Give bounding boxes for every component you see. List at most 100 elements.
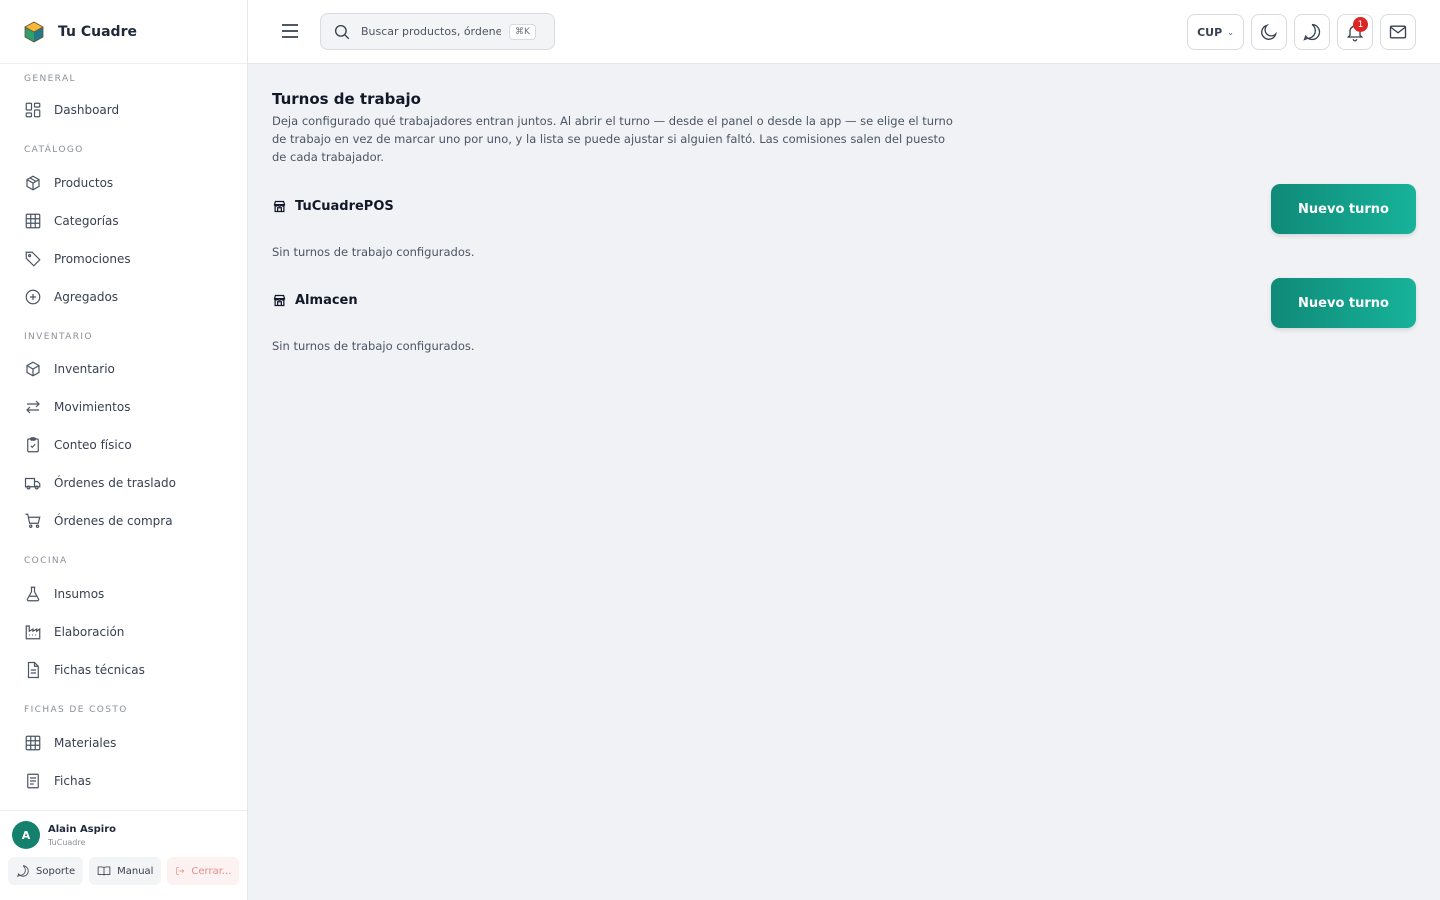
section-title-cocina: COCINA (24, 556, 68, 566)
sidebar-item-inventario[interactable]: Inventario (0, 350, 247, 388)
manual-label: Manual (117, 865, 154, 877)
store-section: TuCuadrePOS Nuevo turno Sin turnos de tr… (272, 184, 1416, 278)
menu-icon[interactable] (280, 20, 300, 42)
sidebar-item-label: Fichas técnicas (54, 663, 145, 677)
theme-toggle-button[interactable] (1251, 14, 1287, 50)
sidebar-item-label: Dashboard (54, 103, 120, 117)
support-label: Soporte (36, 865, 76, 877)
truck-icon (24, 474, 42, 492)
search-bar[interactable]: ⌘K (320, 13, 555, 50)
sidebar-item-label: Categorías (54, 214, 119, 228)
document-icon (24, 661, 42, 679)
cart-icon (24, 512, 42, 530)
sidebar-item-materiales[interactable]: Materiales (0, 724, 247, 762)
notifications-button[interactable]: 1 (1337, 14, 1373, 50)
sidebar-item-label: Movimientos (54, 400, 131, 414)
manual-button[interactable]: Manual (89, 857, 162, 885)
store-name: TuCuadrePOS (272, 199, 394, 214)
sidebar-item-movimientos[interactable]: Movimientos (0, 388, 247, 426)
plus-circle-icon (24, 288, 42, 306)
avatar: A (12, 821, 40, 849)
section-title-inventario: INVENTARIO (24, 332, 93, 342)
sidebar-item-fichas[interactable]: Fichas (0, 762, 247, 800)
new-shift-button[interactable]: Nuevo turno (1271, 184, 1416, 234)
sidebar-item-dashboard[interactable]: Dashboard (0, 91, 247, 129)
search-icon (334, 24, 350, 39)
currency-select[interactable]: CUP ⌄ (1187, 14, 1244, 50)
user-org: TuCuadre (48, 837, 86, 847)
store-section: Almacen Nuevo turno Sin turnos de trabaj… (272, 278, 1416, 372)
sidebar-item-label: Insumos (54, 587, 105, 601)
store-icon (273, 200, 286, 213)
list-document-icon (24, 772, 42, 790)
sidebar-item-conteo-fisico[interactable]: Conteo físico (0, 426, 247, 464)
sidebar-item-label: Inventario (54, 362, 115, 376)
user-name: Alain Aspiro (48, 823, 117, 835)
new-shift-button[interactable]: Nuevo turno (1271, 278, 1416, 328)
user-info[interactable]: A Alain Aspiro TuCuadre (0, 811, 247, 849)
box-icon (24, 360, 42, 378)
sidebar-item-label: Materiales (54, 736, 117, 750)
sidebar-item-label: Agregados (54, 290, 119, 304)
main-content: Turnos de trabajo Deja configurado qué t… (272, 90, 1416, 372)
arrows-swap-icon (24, 398, 42, 416)
brand-name: Tu Cuadre (58, 23, 137, 40)
sidebar-item-label: Elaboración (54, 625, 125, 639)
sidebar-item-label: Órdenes de traslado (54, 476, 176, 490)
sidebar-item-label: Productos (54, 176, 114, 190)
sidebar-item-agregados[interactable]: Agregados (0, 278, 247, 316)
search-input[interactable] (361, 25, 501, 38)
sidebar-item-productos[interactable]: Productos (0, 164, 247, 202)
mail-icon (1389, 25, 1407, 39)
store-name: Almacen (272, 293, 358, 308)
brand-logo-icon (24, 21, 44, 42)
chat-bubble-icon (1303, 23, 1321, 41)
grid-icon (24, 734, 42, 752)
user-panel: A Alain Aspiro TuCuadre Soporte Manual C… (0, 810, 247, 900)
chat-bubble-icon (16, 865, 29, 878)
sidebar-item-fichas-tecnicas[interactable]: Fichas técnicas (0, 651, 247, 689)
sidebar-item-ordenes-traslado[interactable]: Órdenes de traslado (0, 464, 247, 502)
notification-badge: 1 (1353, 17, 1368, 32)
section-title-general: GENERAL (24, 74, 76, 84)
store-icon (273, 294, 286, 307)
sidebar-item-insumos[interactable]: Insumos (0, 575, 247, 613)
store-name-label: TuCuadrePOS (295, 199, 394, 214)
page-description: Deja configurado qué trabajadores entran… (272, 114, 953, 164)
sidebar-item-categorias[interactable]: Categorías (0, 202, 247, 240)
sidebar-item-label: Conteo físico (54, 438, 132, 452)
logout-label: Cerrar... (191, 865, 232, 877)
tag-icon (24, 250, 42, 268)
sidebar: Tu Cuadre GENERAL Dashboard CATÁLOGO Pro… (0, 0, 248, 900)
sidebar-item-elaboracion[interactable]: Elaboración (0, 613, 247, 651)
chevron-down-icon: ⌄ (1227, 27, 1234, 37)
flask-icon (24, 585, 42, 603)
sidebar-item-ordenes-compra[interactable]: Órdenes de compra (0, 502, 247, 540)
clipboard-check-icon (24, 436, 42, 454)
grid-icon (24, 212, 42, 230)
sidebar-item-label: Fichas (54, 774, 92, 788)
logout-icon (176, 867, 185, 875)
currency-value: CUP (1197, 25, 1223, 39)
topbar: ⌘K CUP ⌄ 1 (248, 0, 1440, 64)
empty-state-text: Sin turnos de trabajo configurados. (272, 339, 475, 353)
dashboard-icon (24, 101, 42, 119)
box-icon (24, 174, 42, 192)
sidebar-nav: GENERAL Dashboard CATÁLOGO Productos Cat… (0, 64, 247, 810)
logout-button[interactable]: Cerrar... (167, 857, 240, 885)
section-title-catalogo: CATÁLOGO (24, 145, 84, 155)
sidebar-item-label: Promociones (54, 252, 131, 266)
shortcut-hint: ⌘K (509, 23, 536, 40)
chat-button[interactable] (1294, 14, 1330, 50)
mail-button[interactable] (1380, 14, 1416, 50)
sidebar-item-promociones[interactable]: Promociones (0, 240, 247, 278)
factory-icon (24, 623, 42, 641)
support-button[interactable]: Soporte (8, 857, 84, 885)
brand[interactable]: Tu Cuadre (0, 0, 247, 64)
book-open-icon (97, 866, 111, 876)
section-title-fichas-costo: FICHAS DE COSTO (24, 705, 128, 715)
store-name-label: Almacen (295, 293, 358, 308)
page-title: Turnos de trabajo (272, 90, 421, 108)
empty-state-text: Sin turnos de trabajo configurados. (272, 245, 475, 259)
sidebar-item-label: Órdenes de compra (54, 514, 173, 528)
